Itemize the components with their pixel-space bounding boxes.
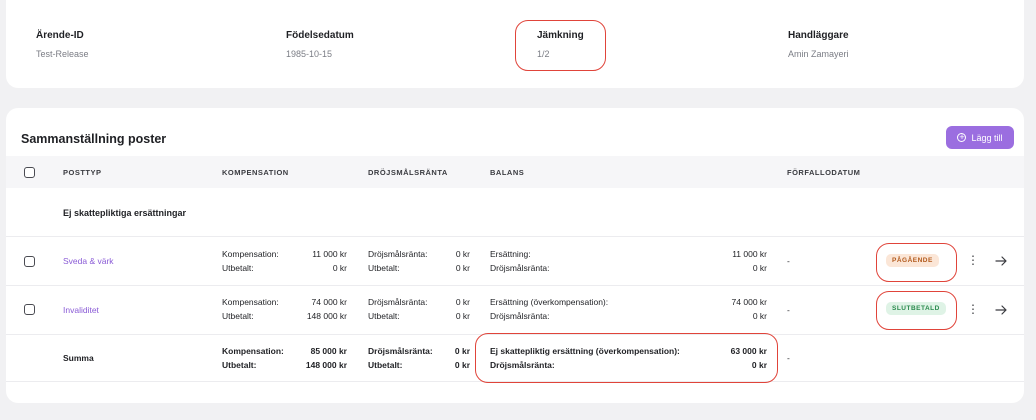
- header-forfallodatum: FÖRFALLODATUM: [787, 168, 861, 177]
- divider: [6, 285, 1024, 286]
- dr-utb-value: 0 kr: [454, 360, 470, 370]
- kebab-menu-icon[interactable]: ⋮: [967, 254, 979, 266]
- select-all-checkbox[interactable]: [24, 167, 35, 178]
- dr-utb-label: Utbetalt:: [368, 360, 403, 370]
- due-date: -: [787, 256, 790, 266]
- row-name-link[interactable]: Invaliditet: [63, 305, 99, 315]
- status-badge: PÅGÅENDE: [886, 254, 939, 267]
- section-title: Sammanställning poster: [21, 132, 167, 146]
- field-handlaggare: Handläggare Amin Zamayeri: [788, 30, 849, 59]
- field-fodelsedatum: Födelsedatum 1985-10-15: [286, 30, 354, 59]
- fodelsedatum-value: 1985-10-15: [286, 49, 333, 59]
- plus-circle-icon: +: [957, 132, 967, 142]
- bal-dr-label: Dröjsmålsränta:: [490, 311, 550, 321]
- add-button[interactable]: + Lägg till: [946, 126, 1014, 149]
- bal-dr-value: 0 kr: [752, 263, 767, 273]
- bal-label: Ej skattepliktig ersättning (överkompens…: [490, 346, 680, 356]
- header-balans: BALANS: [490, 168, 525, 177]
- dr-utb-label: Utbetalt:: [368, 311, 400, 321]
- case-info-card: Ärende-ID Test-Release Födelsedatum 1985…: [6, 0, 1024, 88]
- utb-value: 148 000 kr: [306, 311, 347, 321]
- komp-label: Kompensation:: [222, 346, 284, 356]
- header-drojsmalsranta: DRÖJSMÅLSRÄNTA: [368, 168, 448, 177]
- row-checkbox[interactable]: [24, 256, 35, 267]
- komp-value: 11 000 kr: [312, 249, 347, 259]
- komp-label: Kompensation:: [222, 297, 279, 307]
- field-arende-id: Ärende-ID Test-Release: [36, 30, 89, 59]
- dr-value: 0 kr: [455, 297, 470, 307]
- divider: [6, 334, 1024, 335]
- group-title: Ej skattepliktiga ersättningar: [63, 208, 187, 218]
- arrow-right-icon[interactable]: [995, 256, 1007, 266]
- komp-value: 74 000 kr: [311, 297, 347, 307]
- status-badge: SLUTBETALD: [886, 302, 946, 315]
- header-posttyp: POSTTYP: [63, 168, 102, 177]
- komp-label: Kompensation:: [222, 249, 279, 259]
- row-checkbox[interactable]: [24, 304, 35, 315]
- table-header: POSTTYP KOMPENSATION DRÖJSMÅLSRÄNTA BALA…: [6, 156, 1024, 188]
- bal-dr-label: Dröjsmålsränta:: [490, 360, 555, 370]
- handlaggare-value: Amin Zamayeri: [788, 49, 849, 59]
- dr-value: 0 kr: [454, 346, 470, 356]
- utb-label: Utbetalt:: [222, 360, 257, 370]
- utb-value: 148 000 kr: [305, 360, 347, 370]
- bal-dr-value: 0 kr: [752, 311, 767, 321]
- dr-value: 0 kr: [455, 249, 470, 259]
- bal-dr-label: Dröjsmålsränta:: [490, 263, 550, 273]
- bal-dr-value: 0 kr: [751, 360, 767, 370]
- kebab-menu-icon[interactable]: ⋮: [967, 303, 979, 315]
- header-kompensation: KOMPENSATION: [222, 168, 289, 177]
- bal-label: Ersättning (överkompensation):: [490, 297, 609, 307]
- due-date: -: [787, 353, 790, 363]
- field-jamkning: Jämkning 1/2: [537, 30, 584, 59]
- jamkning-value: 1/2: [537, 49, 550, 59]
- dr-utb-value: 0 kr: [455, 263, 470, 273]
- utb-label: Utbetalt:: [222, 263, 254, 273]
- bal-value: 63 000 kr: [730, 346, 767, 356]
- arrow-right-icon[interactable]: [995, 305, 1007, 315]
- jamkning-label: Jämkning: [537, 30, 584, 41]
- add-button-label: Lägg till: [971, 132, 1003, 143]
- utb-value: 0 kr: [332, 263, 347, 273]
- row-name-link[interactable]: Sveda & värk: [63, 256, 114, 266]
- arende-id-value: Test-Release: [36, 49, 89, 59]
- divider: [6, 381, 1024, 382]
- bal-label: Ersättning:: [490, 249, 531, 259]
- handlaggare-label: Handläggare: [788, 30, 849, 41]
- divider: [6, 236, 1024, 237]
- due-date: -: [787, 305, 790, 315]
- dr-label: Dröjsmålsränta:: [368, 249, 428, 259]
- dr-utb-value: 0 kr: [455, 311, 470, 321]
- dr-label: Dröjsmålsränta:: [368, 346, 433, 356]
- arende-id-label: Ärende-ID: [36, 30, 84, 41]
- dr-utb-label: Utbetalt:: [368, 263, 400, 273]
- komp-value: 85 000 kr: [310, 346, 347, 356]
- bal-value: 11 000 kr: [732, 249, 767, 259]
- fodelsedatum-label: Födelsedatum: [286, 30, 354, 41]
- dr-label: Dröjsmålsränta:: [368, 297, 428, 307]
- summary-card: Sammanställning poster + Lägg till POSTT…: [6, 108, 1024, 403]
- utb-label: Utbetalt:: [222, 311, 254, 321]
- bal-value: 74 000 kr: [731, 297, 767, 307]
- summary-label: Summa: [63, 353, 94, 363]
